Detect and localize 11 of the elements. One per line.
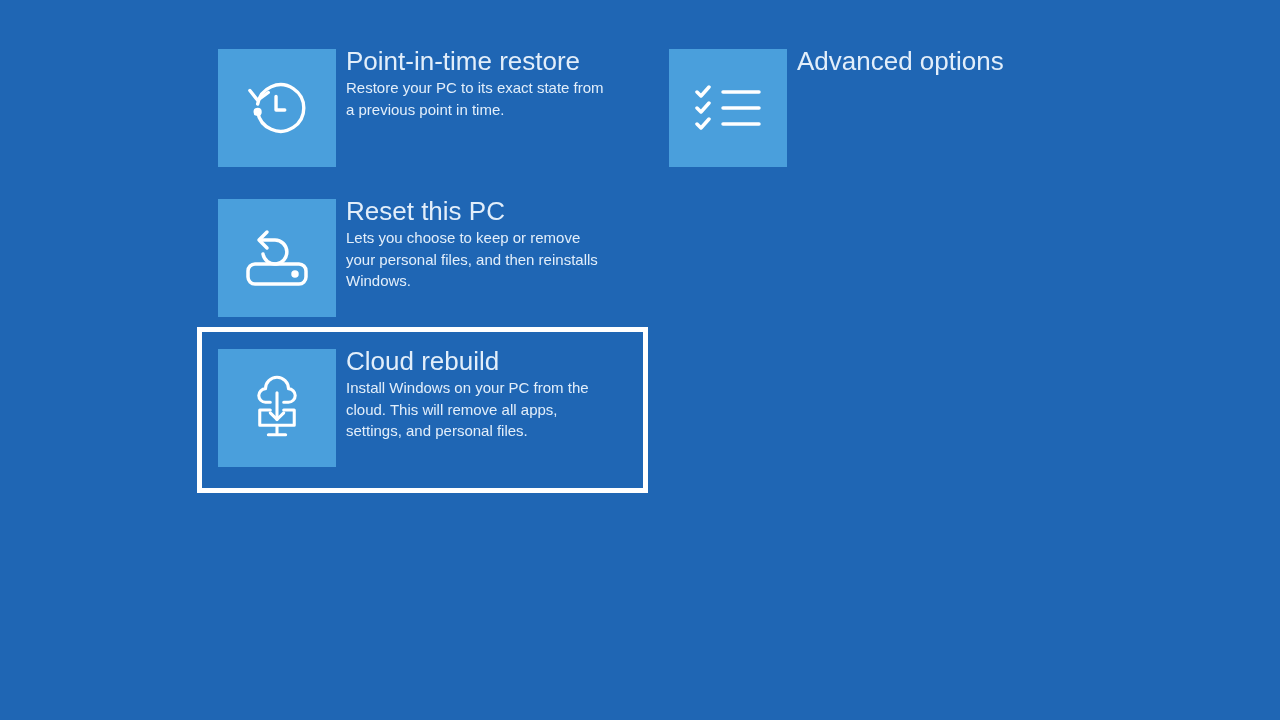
option-description: Restore your PC to its exact state from a previous point in time. [346,78,605,120]
option-description: Lets you choose to keep or remove your personal files, and then reinstalls Windows. [346,228,599,291]
recovery-option[interactable]: Cloud rebuild Install Windows on your PC from the cloud. This will remove all apps, settings, and personal files. [197,327,648,493]
checklist-icon [695,84,761,132]
option-title: Point-in-time restore [346,46,581,76]
drive-arrow-icon [244,228,310,288]
option-title: Reset this PC [346,196,505,226]
option-title: Advanced options [797,46,1004,76]
recovery-option[interactable]: Advanced options [648,27,1099,193]
option-title: Cloud rebuild [346,346,500,376]
option-description: Install Windows on your PC from the cloud. This will remove all apps, settings, and personal files. [346,378,590,441]
